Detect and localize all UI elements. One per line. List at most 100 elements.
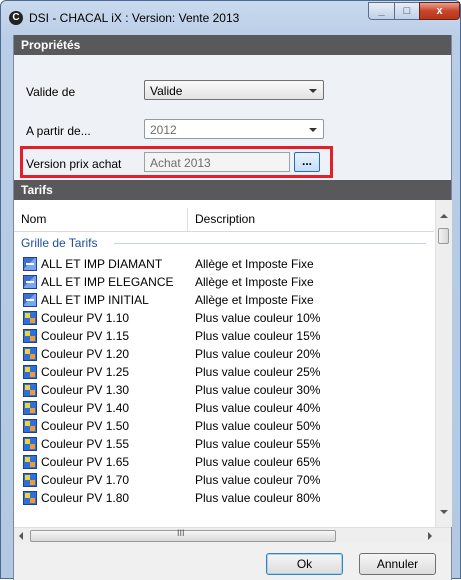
table-row[interactable]: ALL ET IMP ELEGANCE Allège et Imposte Fix… [14,273,434,291]
row-name: ALL ET IMP INITIAL [41,293,149,307]
row-name: Couleur PV 1.40 [41,401,130,415]
valide-de-select[interactable]: Valide [144,80,324,100]
table-row[interactable]: Couleur PV 1.65 Plus value couleur 65% [14,453,434,471]
cancel-button[interactable]: Annuler [359,553,436,575]
scroll-down-icon[interactable] [440,510,448,514]
app-logo-icon: C [9,11,23,25]
table-row[interactable]: Couleur PV 1.70 Plus value couleur 70% [14,471,434,489]
table-row[interactable]: Couleur PV 1.30 Plus value couleur 30% [14,381,434,399]
row-description: Plus value couleur 25% [195,365,321,379]
row-description: Plus value couleur 10% [195,311,321,325]
header-separator [14,231,434,232]
table-row[interactable]: Couleur PV 1.55 Plus value couleur 55% [14,435,434,453]
table-row[interactable]: Couleur PV 1.25 Plus value couleur 25% [14,363,434,381]
row-description: Plus value couleur 65% [195,455,321,469]
version-prix-achat-value: Achat 2013 [150,156,211,170]
scroll-up-icon[interactable] [440,214,448,218]
tarifs-header: Tarifs [14,180,451,200]
color-grid-icon [23,473,37,487]
row-name: Couleur PV 1.25 [41,365,130,379]
a-partir-de-label: A partir de... [26,124,91,138]
close-button[interactable]: x [419,2,460,20]
row-name: ALL ET IMP DIAMANT [41,257,163,271]
vertical-scrollbar[interactable] [435,200,452,527]
ok-button[interactable]: Ok [266,553,343,575]
color-grid-icon [23,437,37,451]
row-name: Couleur PV 1.15 [41,329,130,343]
row-name: Couleur PV 1.65 [41,455,130,469]
color-grid-icon [23,419,37,433]
window-title: DSI - CHACAL iX : Version: Vente 2013 [29,11,240,25]
maximize-button[interactable]: □ [394,2,420,20]
row-description: Allège et Imposte Fixe [195,257,314,271]
close-icon: x [436,5,443,17]
row-name: Couleur PV 1.20 [41,347,130,361]
a-partir-de-value: 2012 [150,123,177,137]
a-partir-de-select[interactable]: 2012 [144,119,324,139]
table-row[interactable]: Couleur PV 1.20 Plus value couleur 20% [14,345,434,363]
dialog-client-area: Propriétés Valide de Valide A partir de.… [13,35,452,580]
row-description: Plus value couleur 15% [195,329,321,343]
valide-de-value: Valide [150,84,183,98]
table-row[interactable]: Couleur PV 1.40 Plus value couleur 40% [14,399,434,417]
row-description: Plus value couleur 55% [195,437,321,451]
row-name: Couleur PV 1.50 [41,419,130,433]
column-header-nom[interactable]: Nom [21,212,46,226]
row-name: ALL ET IMP ELEGANCE [41,275,174,289]
dialog-window: C DSI - CHACAL iX : Version: Vente 2013 … [0,0,461,580]
group-divider [114,243,426,244]
tarifs-grid: Nom Description Grille de Tarifs ALL ET … [14,200,452,527]
row-name: Couleur PV 1.30 [41,383,130,397]
row-name: Couleur PV 1.55 [41,437,130,451]
valide-de-label: Valide de [26,85,76,99]
row-description: Plus value couleur 40% [195,401,321,415]
color-grid-icon [23,329,37,343]
row-description: Allège et Imposte Fixe [195,275,314,289]
blue-grid-icon [23,293,37,307]
color-grid-icon [23,401,37,415]
scroll-right-icon[interactable] [428,532,432,540]
table-row[interactable]: Couleur PV 1.10 Plus value couleur 10% [14,309,434,327]
group-label[interactable]: Grille de Tarifs [21,236,97,250]
table-row[interactable]: ALL ET IMP INITIAL Allège et Imposte Fixe [14,291,434,309]
row-name: Couleur PV 1.10 [41,311,130,325]
horizontal-scrollbar[interactable]: III [14,527,451,544]
row-description: Plus value couleur 20% [195,347,321,361]
color-grid-icon [23,491,37,505]
version-prix-achat-field[interactable]: Achat 2013 [144,152,290,172]
minimize-button[interactable]: _ [368,2,395,20]
color-grid-icon [23,365,37,379]
color-grid-icon [23,455,37,469]
blue-grid-icon [23,275,37,289]
color-grid-icon [23,311,37,325]
column-divider[interactable] [187,208,188,232]
table-row[interactable]: Couleur PV 1.50 Plus value couleur 50% [14,417,434,435]
row-description: Plus value couleur 50% [195,419,321,433]
version-prix-achat-label: Version prix achat [26,157,122,171]
table-row[interactable]: Couleur PV 1.80 Plus value couleur 80% [14,489,434,507]
table-row[interactable]: ALL ET IMP DIAMANT Allège et Imposte Fixe [14,255,434,273]
title-bar[interactable]: C DSI - CHACAL iX : Version: Vente 2013 … [1,1,460,35]
scroll-left-icon[interactable] [19,532,23,540]
vertical-scroll-thumb[interactable] [438,228,449,244]
column-header-description[interactable]: Description [195,212,255,226]
row-description: Plus value couleur 30% [195,383,321,397]
color-grid-icon [23,347,37,361]
row-description: Allège et Imposte Fixe [195,293,314,307]
chevron-down-icon [309,89,317,93]
scroll-grip: III [177,528,185,538]
color-grid-icon [23,383,37,397]
dialog-footer: Ok Annuler [14,543,451,580]
horizontal-scroll-thumb[interactable]: III [30,528,336,542]
row-name: Couleur PV 1.70 [41,473,130,487]
row-name: Couleur PV 1.80 [41,491,130,505]
row-description: Plus value couleur 80% [195,491,321,505]
maximize-icon: □ [403,5,411,17]
browse-button[interactable]: ... [294,152,320,172]
properties-panel: Valide de Valide A partir de... 2012 Ver… [14,55,451,180]
blue-grid-icon [23,257,37,271]
table-row[interactable]: Couleur PV 1.15 Plus value couleur 15% [14,327,434,345]
properties-header: Propriétés [14,35,451,55]
row-description: Plus value couleur 70% [195,473,321,487]
minimize-icon: _ [378,5,385,17]
